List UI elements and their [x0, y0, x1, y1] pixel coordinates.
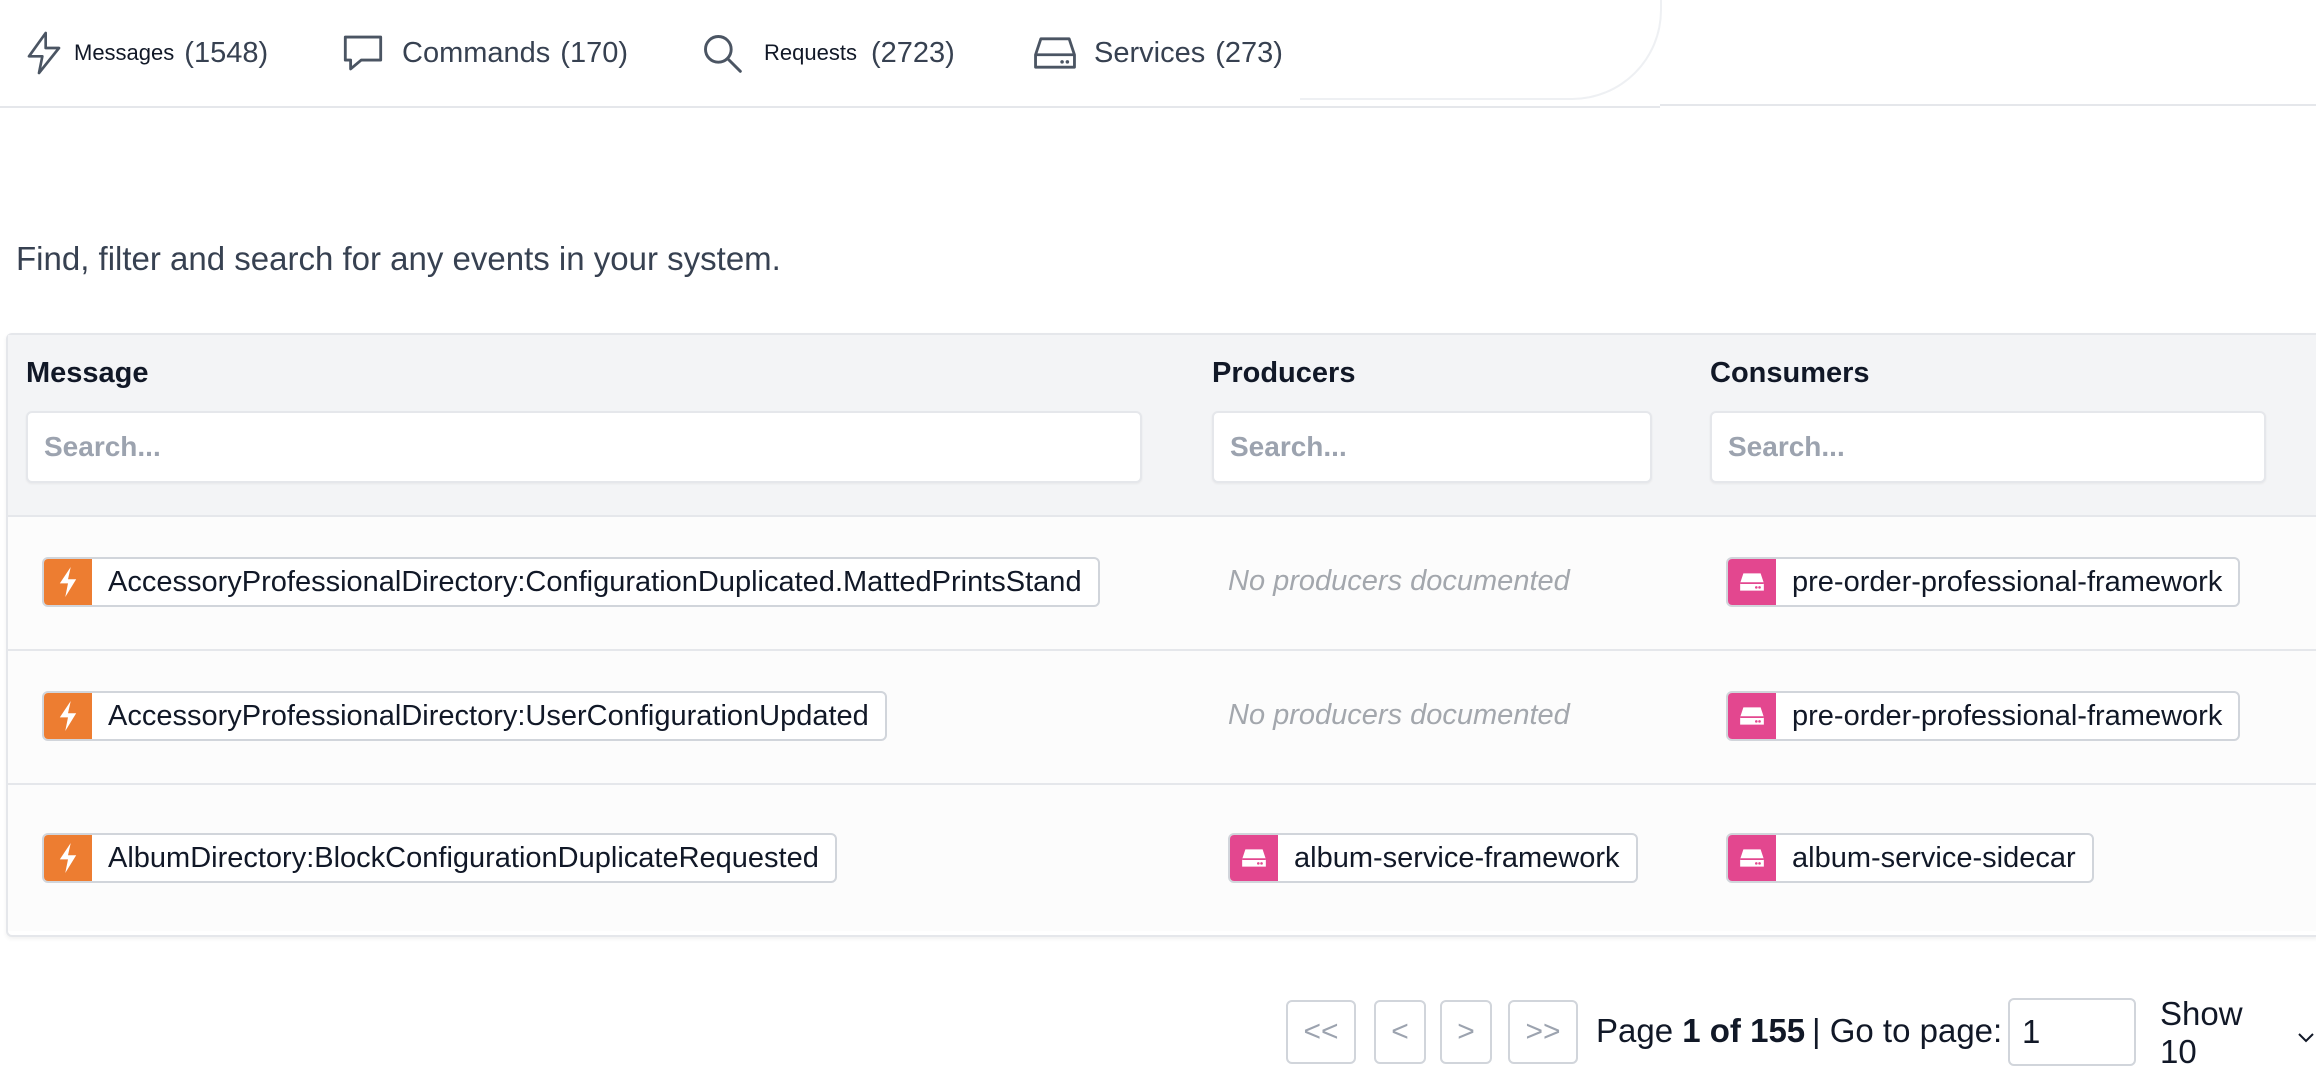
message-badge[interactable]: AccessoryProfessionalDirectory:UserConfi…	[42, 691, 887, 741]
column-header-consumers: Consumers	[1710, 357, 1870, 389]
page-indicator: Page 1 of 155	[1596, 1012, 1805, 1050]
tab-bar-corner	[1300, 0, 1662, 100]
last-page-button[interactable]: >>	[1508, 1000, 1578, 1064]
consumer-badge[interactable]: album-service-sidecar	[1726, 833, 2094, 883]
consumer-name: pre-order-professional-framework	[1792, 699, 2223, 732]
tab-count: (170)	[560, 36, 628, 69]
message-badge[interactable]: AlbumDirectory:BlockConfigurationDuplica…	[42, 833, 837, 883]
lightning-icon	[44, 693, 92, 739]
table-row: AccessoryProfessionalDirectory:Configura…	[8, 517, 2316, 651]
page-current: 1 of 155	[1682, 1012, 1806, 1049]
table-header: Message Producers Consumers	[8, 335, 2316, 517]
message-name: AlbumDirectory:BlockConfigurationDuplica…	[108, 841, 819, 874]
tab-label: Requests	[764, 40, 857, 65]
column-header-message: Message	[26, 357, 149, 389]
consumers-search-input[interactable]	[1710, 411, 2266, 483]
no-producers-text: No producers documented	[1228, 699, 1570, 731]
message-badge[interactable]: AccessoryProfessionalDirectory:Configura…	[42, 557, 1100, 607]
tab-requests[interactable]: Requests (2723)	[700, 28, 955, 78]
goto-label: | Go to page:	[1812, 1012, 2003, 1049]
message-search-input[interactable]	[26, 411, 1142, 483]
server-icon	[1230, 835, 1278, 881]
tab-count: (2723)	[870, 36, 955, 69]
tab-count: (1548)	[184, 36, 269, 69]
lightning-icon	[44, 835, 92, 881]
page-prefix: Page	[1596, 1012, 1674, 1049]
consumer-name: album-service-sidecar	[1792, 841, 2076, 874]
page-description: Find, filter and search for any events i…	[16, 240, 781, 277]
lightning-icon	[24, 29, 64, 77]
tab-count: (273)	[1215, 36, 1283, 69]
chevron-down-icon	[2296, 1014, 2316, 1052]
server-icon	[1728, 835, 1776, 881]
first-page-button[interactable]: <<	[1286, 1000, 1356, 1064]
prev-page-button[interactable]: <	[1374, 1000, 1426, 1064]
tab-label: Messages	[74, 40, 175, 65]
divider	[1660, 104, 2316, 106]
server-icon	[1032, 31, 1078, 75]
producer-badge[interactable]: album-service-framework	[1228, 833, 1638, 883]
search-icon	[700, 31, 744, 75]
message-name: AccessoryProfessionalDirectory:UserConfi…	[108, 699, 869, 732]
server-icon	[1728, 693, 1776, 739]
producers-search-input[interactable]	[1212, 411, 1652, 483]
page-size-select[interactable]: Show 10	[2160, 995, 2316, 1070]
consumer-name: pre-order-professional-framework	[1792, 565, 2223, 598]
next-page-button[interactable]: >	[1440, 1000, 1492, 1064]
column-header-producers: Producers	[1212, 357, 1356, 389]
tab-commands[interactable]: Commands (170)	[340, 28, 628, 78]
goto-page-input[interactable]	[2008, 998, 2136, 1066]
table-row: AccessoryProfessionalDirectory:UserConfi…	[8, 651, 2316, 785]
no-producers-text: No producers documented	[1228, 565, 1570, 597]
consumer-badge[interactable]: pre-order-professional-framework	[1726, 691, 2241, 741]
page-size-label: Show 10	[2160, 995, 2243, 1070]
events-table: Message Producers Consumers AccessoryPro…	[6, 333, 2316, 937]
tab-label: Services	[1094, 36, 1206, 69]
tab-services[interactable]: Services (273)	[1032, 28, 1283, 78]
tab-messages[interactable]: Messages (1548)	[24, 28, 268, 78]
table-row: AlbumDirectory:BlockConfigurationDuplica…	[8, 785, 2316, 931]
lightning-icon	[44, 559, 92, 605]
consumer-badge[interactable]: pre-order-professional-framework	[1726, 557, 2241, 607]
producer-name: album-service-framework	[1294, 841, 1620, 874]
message-name: AccessoryProfessionalDirectory:Configura…	[108, 565, 1082, 598]
server-icon	[1728, 559, 1776, 605]
tab-label: Commands	[402, 36, 551, 69]
chat-bubble-icon	[340, 31, 386, 75]
